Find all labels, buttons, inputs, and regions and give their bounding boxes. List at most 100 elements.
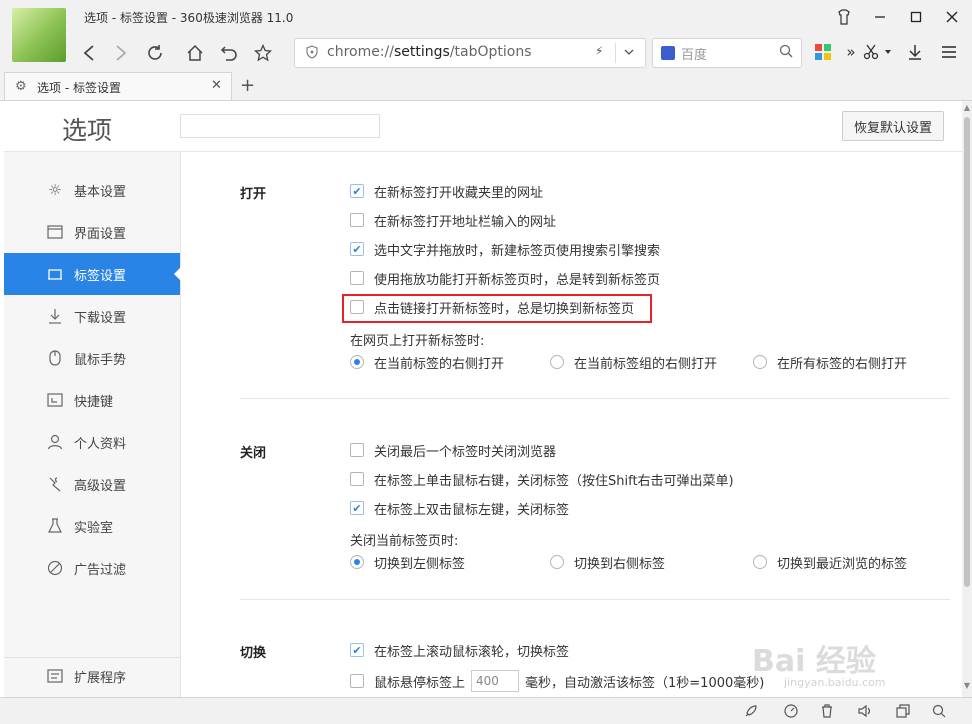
close-window-icon[interactable] — [940, 6, 964, 28]
option-open-bookmarks-new-tab[interactable]: ✔ 在新标签打开收藏夹里的网址 — [350, 181, 543, 201]
radio[interactable] — [753, 555, 767, 569]
sidebar-item-extensions[interactable]: 扩展程序 — [4, 655, 180, 697]
gear-icon: ⚙ — [15, 79, 27, 94]
sidebar-item-shortcuts[interactable]: 快捷键 — [4, 379, 180, 421]
option-hover-activate-tab[interactable]: 鼠标悬停标签上 400 毫秒，自动激活该标签（1秒=1000毫秒) — [350, 669, 764, 693]
window-icon — [46, 223, 64, 241]
sidebar-item-tabs[interactable]: 标签设置 — [4, 253, 181, 295]
radio-open-right-of-current[interactable]: 在当前标签的右侧打开 — [350, 352, 504, 372]
radio-open-right-of-group[interactable]: 在当前标签组的右侧打开 — [550, 352, 717, 372]
sidebar-item-download[interactable]: 下载设置 — [4, 295, 180, 337]
scroll-down-icon[interactable]: ▼ — [962, 681, 972, 690]
trash-icon[interactable] — [818, 702, 836, 720]
checkbox-checked[interactable]: ✔ — [350, 643, 364, 657]
settings-page: 选项 恢复默认设置 ☼ 基本设置 界面设置 标签设置 下载设置 鼠标手势 快捷键… — [4, 101, 962, 697]
sidebar-item-label: 下载设置 — [74, 311, 127, 326]
scissors-icon[interactable] — [860, 40, 882, 64]
sidebar-item-label: 基本设置 — [74, 185, 127, 200]
scroll-up-icon[interactable]: ▲ — [962, 103, 972, 112]
scrollbar[interactable]: ▲ ▼ — [962, 101, 972, 697]
radio-switch-left-tab[interactable]: 切换到左侧标签 — [350, 552, 465, 572]
window-title: 选项 - 标签设置 - 360极速浏览器 11.0 — [84, 11, 294, 25]
checkbox-checked[interactable]: ✔ — [350, 501, 364, 515]
person-icon — [46, 433, 64, 451]
maximize-icon[interactable] — [904, 6, 928, 28]
highlight-box — [342, 294, 652, 323]
window-restore-icon[interactable] — [894, 702, 912, 720]
chevron-down-icon[interactable] — [623, 43, 635, 64]
url-separator — [615, 43, 616, 63]
scrollbar-thumb[interactable] — [964, 117, 970, 587]
sidebar-item-lab[interactable]: 实验室 — [4, 505, 180, 547]
zoom-icon[interactable] — [930, 702, 948, 720]
sidebar-item-advanced[interactable]: 高级设置 — [4, 463, 180, 505]
address-bar[interactable]: chrome://settings/tabOptions ⚡ — [294, 38, 646, 68]
radio-checked[interactable] — [350, 555, 364, 569]
sidebar-item-mouse-gestures[interactable]: 鼠标手势 — [4, 337, 180, 379]
checkbox[interactable] — [350, 443, 364, 457]
section-close-label: 关闭 — [240, 446, 267, 461]
sidebar-item-adblock[interactable]: 广告过滤 — [4, 547, 180, 589]
checkbox-checked[interactable]: ✔ — [350, 184, 364, 198]
user-avatar[interactable] — [12, 8, 66, 62]
new-tab-icon[interactable]: + — [240, 75, 255, 96]
search-icon[interactable] — [779, 44, 793, 62]
apps-grid-icon[interactable] — [812, 40, 834, 64]
radio-switch-right-tab[interactable]: 切换到右侧标签 — [550, 552, 665, 572]
radio-checked[interactable] — [350, 355, 364, 369]
radio-open-right-of-all[interactable]: 在所有标签的右侧打开 — [753, 352, 907, 372]
mouse-icon — [46, 349, 64, 367]
scissors-dropdown-icon[interactable] — [882, 40, 894, 64]
more-extensions-icon[interactable]: » — [840, 40, 862, 64]
menu-icon[interactable] — [938, 40, 960, 64]
download-icon — [46, 307, 64, 325]
page-header: 选项 恢复默认设置 — [4, 101, 962, 152]
undo-close-icon[interactable] — [216, 40, 242, 66]
forward-icon[interactable] — [108, 40, 134, 66]
option-drag-text-search[interactable]: ✔ 选中文字并拖放时，新建标签页使用搜索引擎搜索 — [350, 239, 660, 259]
tab-close-icon[interactable]: ✕ — [211, 78, 222, 93]
block-icon — [46, 559, 64, 577]
hover-delay-input[interactable]: 400 — [471, 670, 520, 692]
option-drag-switch-new-tab[interactable]: 使用拖放功能打开新标签页时，总是转到新标签页 — [350, 268, 660, 288]
volume-icon[interactable] — [856, 702, 874, 720]
reload-icon[interactable] — [142, 40, 168, 66]
sidebar-item-label: 高级设置 — [74, 479, 127, 494]
option-right-click-close-tab[interactable]: 在标签上单击鼠标右键，关闭标签（按住Shift右击可弹出菜单) — [350, 469, 734, 489]
rocket-icon[interactable] — [742, 702, 760, 720]
settings-search-input[interactable] — [180, 114, 380, 138]
option-wheel-switch-tab[interactable]: ✔ 在标签上滚动鼠标滚轮，切换标签 — [350, 640, 569, 660]
speed-dial-icon[interactable] — [782, 702, 800, 720]
speed-mode-icon[interactable]: ⚡ — [595, 44, 603, 58]
checkbox[interactable] — [350, 271, 364, 285]
title-bar: 选项 - 标签设置 - 360极速浏览器 11.0 chrome://setti… — [0, 0, 972, 72]
radio[interactable] — [550, 555, 564, 569]
status-bar — [0, 697, 972, 724]
back-icon[interactable] — [76, 40, 102, 66]
sidebar-item-basic[interactable]: ☼ 基本设置 — [4, 169, 180, 211]
reset-defaults-button[interactable]: 恢复默认设置 — [842, 111, 944, 141]
bookmark-star-icon[interactable] — [250, 40, 276, 66]
advanced-icon — [46, 475, 64, 493]
radio-switch-recent-tab[interactable]: 切换到最近浏览的标签 — [753, 552, 907, 572]
home-icon[interactable] — [182, 40, 208, 66]
download-toolbar-icon[interactable] — [904, 40, 926, 64]
sidebar-item-interface[interactable]: 界面设置 — [4, 211, 180, 253]
skin-icon[interactable] — [832, 6, 856, 28]
url-text[interactable]: chrome://settings/tabOptions — [327, 44, 532, 60]
radio[interactable] — [550, 355, 564, 369]
checkbox[interactable] — [350, 674, 364, 688]
checkbox-checked[interactable]: ✔ — [350, 242, 364, 256]
sidebar-item-profile[interactable]: 个人资料 — [4, 421, 180, 463]
radio[interactable] — [753, 355, 767, 369]
option-double-click-close-tab[interactable]: ✔ 在标签上双击鼠标左键，关闭标签 — [350, 498, 569, 518]
tab-strip: ⚙ 选项 - 标签设置 ✕ + — [0, 72, 972, 101]
minimize-icon[interactable] — [868, 6, 892, 28]
option-open-addressbar-new-tab[interactable]: 在新标签打开地址栏输入的网址 — [350, 210, 556, 230]
sidebar: ☼ 基本设置 界面设置 标签设置 下载设置 鼠标手势 快捷键 个人资料 高级设置… — [4, 152, 181, 697]
tab-settings[interactable]: ⚙ 选项 - 标签设置 ✕ — [4, 72, 232, 100]
checkbox[interactable] — [350, 213, 364, 227]
checkbox[interactable] — [350, 472, 364, 486]
option-close-last-tab-closes-browser[interactable]: 关闭最后一个标签时关闭浏览器 — [350, 440, 556, 460]
search-box[interactable]: 百度 — [652, 38, 802, 68]
